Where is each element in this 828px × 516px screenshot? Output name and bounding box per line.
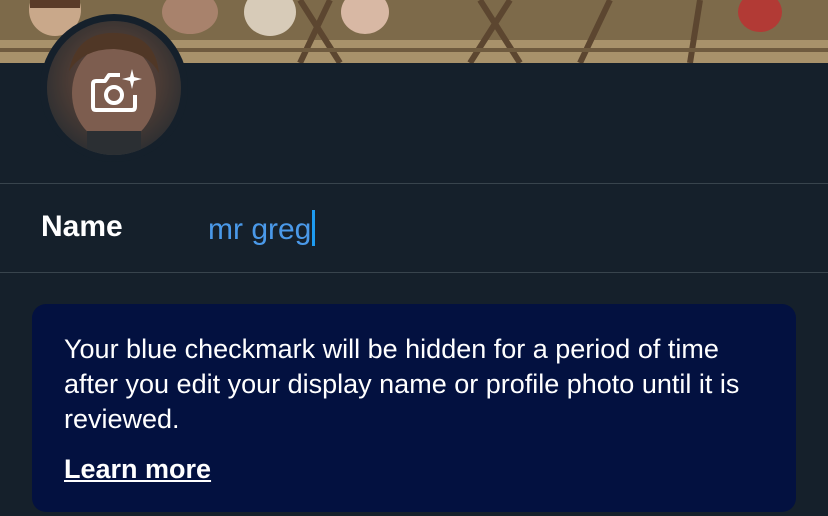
text-cursor [312,210,316,246]
verification-notice: Your blue checkmark will be hidden for a… [32,304,796,512]
change-photo-button[interactable] [86,60,146,120]
camera-plus-icon [91,69,142,112]
name-input-value: mr greg [208,213,312,246]
notice-message: Your blue checkmark will be hidden for a… [64,334,740,434]
name-label: Name [41,210,123,243]
name-input[interactable]: mr greg [208,210,768,250]
divider-bottom [0,272,828,273]
learn-more-link[interactable]: Learn more [64,454,211,485]
name-field-row[interactable]: Name mr greg [0,184,828,272]
